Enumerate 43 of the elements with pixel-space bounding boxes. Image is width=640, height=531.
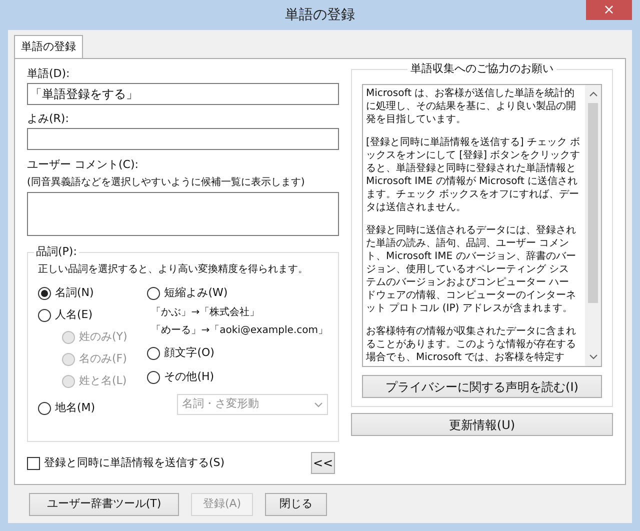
close-button[interactable]: ×: [586, 0, 632, 20]
radio-label: 地名(M): [55, 400, 96, 416]
field-hint: (同音異義語などを選択しやすいように候補一覧に表示します): [27, 176, 306, 190]
scrollbar[interactable]: [585, 85, 601, 366]
chevron-down-icon: [588, 354, 598, 360]
reading-field[interactable]: [27, 128, 339, 150]
dialog-button[interactable]: ユーザー辞書ツール(T): [29, 493, 179, 516]
chevron-up-icon: [588, 91, 598, 97]
radio-button[interactable]: [147, 286, 160, 300]
update-info-button[interactable]: 更新情報(U): [351, 413, 613, 436]
radio-button[interactable]: [38, 308, 51, 322]
comment-field[interactable]: [27, 192, 339, 236]
info-paragraph: お客様特有の情報が収集されたデータに含まれることがあります。このような情報が存在する場合でも、Microsoft では、お客様を特定す: [366, 325, 577, 364]
info-paragraph: [登録と同時に単語情報を送信する] チェック ボックスをオンにして [登録] ボタンをクリックすると、単語登録と同時に登録された単語情報と Microsoft IME の情報が Microsoft に送信されます。チェック ボックスをオフにすれば、データは送信されません。: [366, 136, 582, 214]
radio-button[interactable]: [147, 370, 160, 384]
radio-label: 名のみ(F): [79, 350, 127, 367]
radio-label: 短縮よみ(W): [164, 284, 228, 301]
tab[interactable]: 単語の登録: [14, 35, 83, 58]
field-label: よみ(R):: [27, 111, 70, 127]
info-paragraph: 登録と同時に送信されるデータには、登録された単語の読み、語句、品詞、ユーザー コメント、Microsoft IME のバージョン、辞書のバージョン、使用しているオペレーティング システムのバージョンおよびコンピューター ハードウェアの情報、コンピューターのインターネット プロトコル (IP) アドレスが含まれます。: [366, 224, 577, 315]
info-paragraph: Microsoft は、お客様が送信した単語を統計的に処理し、その結果を基に、より良い製品の開発を目指しています。: [366, 87, 577, 126]
dialog-button[interactable]: 閉じる: [265, 493, 327, 516]
radio-button[interactable]: [147, 346, 160, 360]
collapse-button[interactable]: <<: [311, 452, 335, 474]
radio-label: 名詞(N): [55, 284, 94, 301]
example-text: 「かぶ」→「株式会社」: [150, 306, 261, 320]
checkbox[interactable]: [27, 456, 40, 470]
privacy-button[interactable]: プライバシーに関する声明を読む(I): [362, 375, 602, 398]
radio-label: 姓のみ(Y): [79, 328, 128, 345]
radio-button[interactable]: [38, 286, 51, 300]
group-hint: 正しい品詞を選択すると、より高い変換精度を得られます。: [38, 262, 309, 277]
field-label: 単語(D):: [27, 66, 71, 82]
checkbox-label: 登録と同時に単語情報を送信する(S): [44, 454, 225, 471]
radio-label: 人名(E): [55, 306, 93, 323]
word-field[interactable]: 「単語登録をする」: [27, 83, 339, 105]
radio-label: 姓と名(L): [79, 372, 127, 389]
radio-button[interactable]: [38, 402, 51, 414]
field-label: ユーザー コメント(C):: [27, 157, 140, 173]
chevron-down-icon: [314, 402, 323, 408]
example-text: 「めーる」→「aoki@example.com」: [150, 324, 328, 338]
radio-label: その他(H): [164, 368, 214, 385]
window-title: 単語の登録: [285, 6, 355, 24]
radio-label: 顔文字(O): [164, 344, 214, 361]
